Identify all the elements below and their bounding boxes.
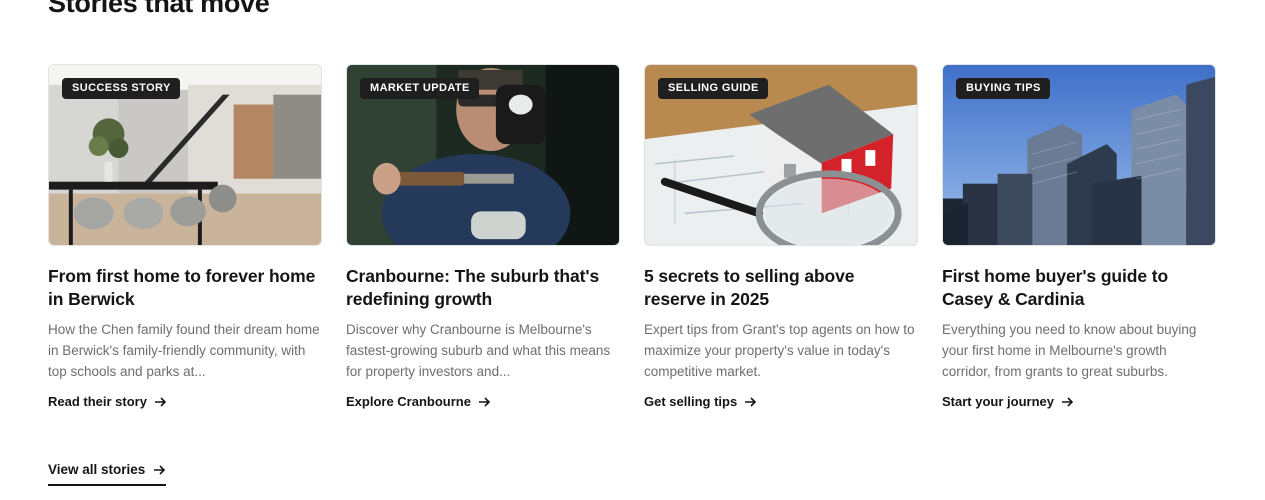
arrow-right-icon — [478, 396, 491, 407]
card-link-label: Get selling tips — [644, 394, 738, 409]
section-title: Stories that move — [48, 0, 270, 18]
view-all-stories-link[interactable]: View all stories — [48, 462, 167, 486]
card-description: Everything you need to know about buying… — [942, 322, 1197, 379]
card-link-label: Start your journey — [942, 394, 1054, 409]
story-image-skyscrapers[interactable]: BUYING TIPS — [942, 64, 1216, 246]
story-image-dining-room[interactable]: SUCCESS STORY — [48, 64, 322, 246]
arrow-right-icon — [154, 396, 167, 407]
view-all-label: View all stories — [48, 462, 146, 477]
story-card-selling[interactable]: SELLING GUIDE 5 secrets to selling above… — [644, 64, 918, 411]
badge-success-story: SUCCESS STORY — [62, 78, 180, 99]
explore-cranbourne-link[interactable]: Explore Cranbourne — [346, 394, 491, 409]
card-description: Expert tips from Grant's top agents on h… — [644, 322, 915, 379]
card-title[interactable]: First home buyer's guide to Casey & Card… — [942, 265, 1216, 311]
badge-market-update: MARKET UPDATE — [360, 78, 479, 99]
card-description: Discover why Cranbourne is Melbourne's f… — [346, 322, 611, 379]
arrow-right-icon — [745, 396, 757, 407]
card-link-label: Explore Cranbourne — [346, 394, 471, 409]
card-title[interactable]: Cranbourne: The suburb that's redefining… — [346, 265, 620, 311]
story-card-cranbourne[interactable]: MARKET UPDATE Cranbourne: The suburb tha… — [346, 64, 620, 411]
story-image-tradesman[interactable]: MARKET UPDATE — [346, 64, 620, 246]
story-image-house-model[interactable]: SELLING GUIDE — [644, 64, 918, 246]
card-link-label: Read their story — [48, 394, 147, 409]
story-card-berwick[interactable]: SUCCESS STORY From first home to forever… — [48, 64, 322, 411]
story-card-first-home[interactable]: BUYING TIPS First home buyer's guide to … — [942, 64, 1216, 411]
start-your-journey-link[interactable]: Start your journey — [942, 394, 1074, 409]
card-title[interactable]: From first home to forever home in Berwi… — [48, 265, 322, 311]
get-selling-tips-link[interactable]: Get selling tips — [644, 394, 757, 409]
card-title[interactable]: 5 secrets to selling above reserve in 20… — [644, 265, 918, 311]
stories-grid: SUCCESS STORY From first home to forever… — [48, 64, 1216, 411]
badge-buying-tips: BUYING TIPS — [956, 78, 1050, 99]
read-their-story-link[interactable]: Read their story — [48, 394, 167, 409]
arrow-right-icon — [154, 464, 166, 475]
card-description: How the Chen family found their dream ho… — [48, 322, 320, 379]
badge-selling-guide: SELLING GUIDE — [658, 78, 768, 99]
arrow-right-icon — [1061, 396, 1074, 407]
